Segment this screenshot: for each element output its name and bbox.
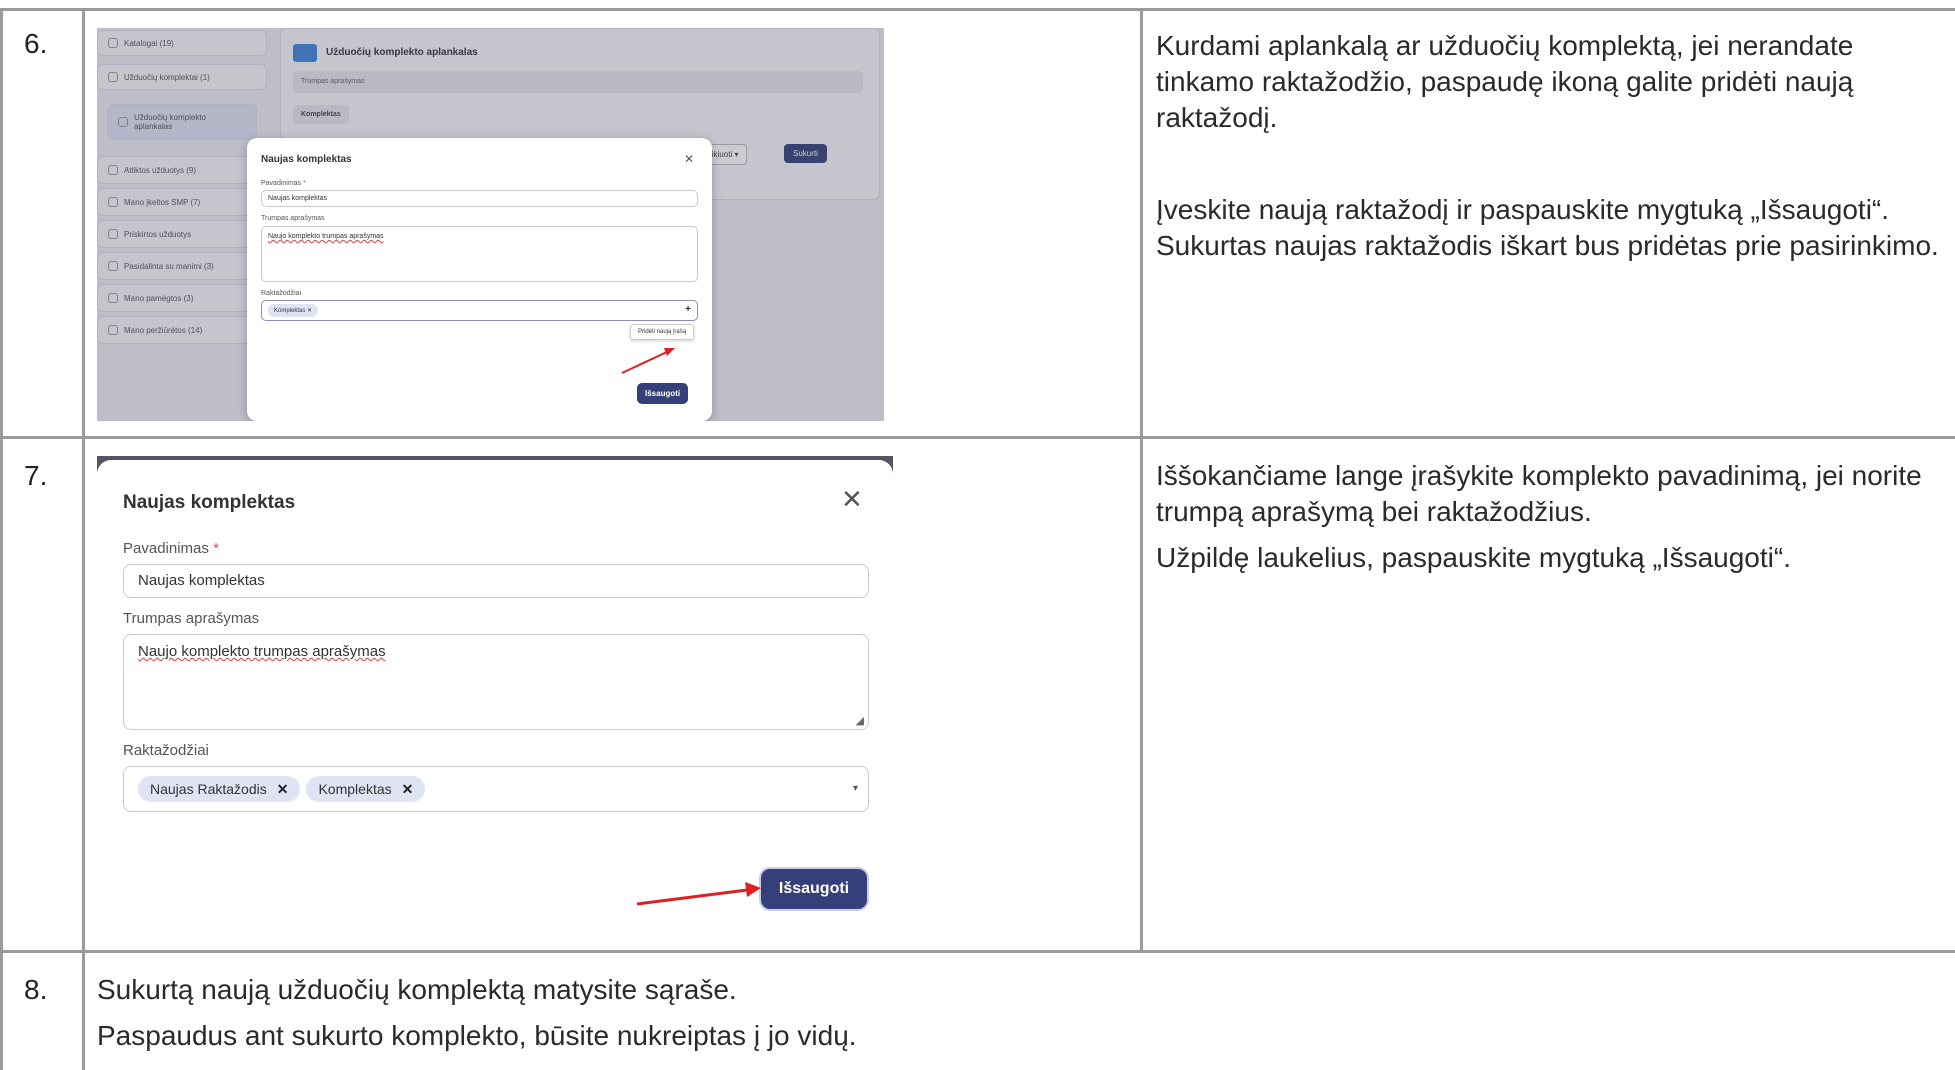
row-number: 7.	[24, 460, 48, 491]
paragraph: Paspaudus ant sukurto komplekto, būsite …	[97, 1020, 857, 1051]
annotation-arrow	[621, 348, 675, 374]
paragraph: Kurdami aplankalą ar užduočių komplektą,…	[1156, 30, 1854, 133]
column-divider	[82, 8, 85, 1070]
row-divider	[0, 436, 1955, 439]
row-6-description: Kurdami aplankalą ar užduočių komplektą,…	[1156, 28, 1946, 264]
paragraph: Įveskite naują raktažodį ir paspauskite …	[1156, 194, 1939, 261]
column-divider	[1140, 8, 1143, 952]
row-8-description: Sukurtą naują užduočių komplektą matysit…	[97, 972, 1197, 1054]
screenshot-new-set-modal: Naujas komplektas ✕ Pavadinimas * Naujas…	[97, 456, 893, 932]
table-border-top	[0, 8, 1955, 11]
row-number: 6.	[24, 28, 48, 59]
paragraph: Iššokančiame lange įrašykite komplekto p…	[1156, 460, 1922, 527]
row-number: 8.	[24, 974, 48, 1005]
paragraph: Užpildę laukelius, paspauskite mygtuką „…	[1156, 542, 1791, 573]
screenshot-keyword-add: Katalogai (19) Užduočių komplektai (1) U…	[97, 28, 884, 421]
table-border-left	[0, 8, 3, 1070]
new-set-modal: Naujas komplektas ✕ Pavadinimas * Naujas…	[97, 460, 893, 932]
row-7-description: Iššokančiame lange įrašykite komplekto p…	[1156, 458, 1946, 576]
paragraph: Sukurtą naują užduočių komplektą matysit…	[97, 974, 737, 1005]
row-divider	[0, 950, 1955, 953]
annotation-arrow	[636, 882, 761, 906]
